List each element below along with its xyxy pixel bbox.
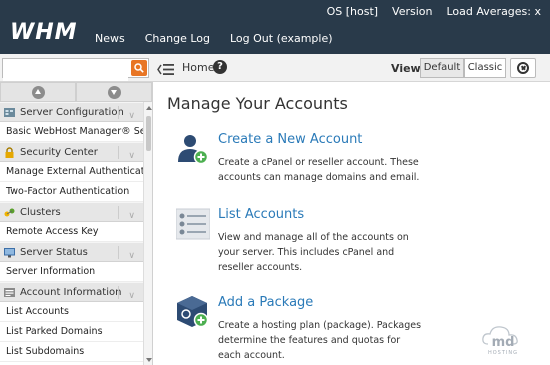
sidebar-list: Server Configuration ∨ Basic WebHost Man… — [0, 102, 152, 362]
list-accounts-link[interactable]: List Accounts — [218, 207, 304, 222]
os-status: OS [host] — [326, 5, 379, 18]
collapse-all-button[interactable] — [0, 82, 76, 102]
sidebar-category-security-center[interactable]: Security Center ∨ — [0, 142, 143, 162]
sidebar-item-list-parked-domains[interactable]: List Parked Domains — [0, 322, 143, 342]
sidebar-item-basic-webhost-manager-setup[interactable]: Basic WebHost Manager® Setup — [0, 122, 152, 142]
sidebar-scrollbar[interactable] — [143, 102, 152, 365]
sidebar-item-manage-external-authentications[interactable]: Manage External Authentications — [0, 162, 152, 182]
server-config-icon — [4, 108, 15, 117]
list-accounts-description: View and manage all of the accounts on y… — [218, 232, 409, 273]
sidebar-category-server-configuration[interactable]: Server Configuration ∨ — [0, 102, 143, 122]
scroll-down-arrow[interactable] — [146, 358, 152, 362]
search-input[interactable] — [3, 62, 128, 81]
close-button[interactable] — [510, 58, 536, 78]
search-icon — [134, 63, 144, 73]
sidebar: Server Configuration ∨ Basic WebHost Man… — [0, 82, 153, 365]
whm-logo[interactable]: WHM — [10, 20, 78, 45]
sidebar-category-account-information[interactable]: Account Information ∨ — [0, 282, 143, 302]
expand-all-button[interactable] — [76, 82, 152, 102]
search-box — [2, 58, 149, 81]
md-hosting-watermark: md HOSTING — [482, 326, 518, 356]
sidebar-item-remote-access-key[interactable]: Remote Access Key — [0, 222, 143, 242]
sidebar-item-list-accounts[interactable]: List Accounts — [0, 302, 143, 322]
view-classic-button[interactable]: Classic — [464, 58, 506, 78]
nav-news-link[interactable]: News — [95, 32, 125, 45]
chevron-down-icon: ∨ — [128, 291, 135, 301]
monitor-icon — [4, 248, 15, 258]
server-status-bar: OS [host] Version Load Averages: x — [327, 5, 541, 18]
cluster-icon — [4, 208, 15, 217]
sidebar-item-list-subdomains[interactable]: List Subdomains — [0, 342, 143, 362]
chevron-down-icon: ∨ — [128, 211, 135, 221]
toolbar: Home ? View: Default Classic — [0, 54, 550, 82]
add-package-icon[interactable] — [176, 295, 210, 329]
sidebar-item-two-factor-authentication[interactable]: Two-Factor Authentication — [0, 182, 143, 202]
sidebar-category-clusters[interactable]: Clusters ∨ — [0, 202, 143, 222]
chevron-down-icon: ∨ — [128, 151, 135, 161]
create-new-account-link[interactable]: Create a New Account — [218, 132, 362, 147]
create-new-account-description: Create a cPanel or reseller account. The… — [218, 157, 420, 183]
list-accounts-icon[interactable] — [176, 207, 210, 241]
top-header: WHM News Change Log Log Out (example) OS… — [0, 0, 550, 54]
chevron-down-icon: ∨ — [128, 251, 135, 261]
account-info-icon — [4, 288, 15, 297]
chevron-down-icon — [108, 86, 121, 99]
version-status: Version — [392, 5, 433, 18]
search-button[interactable] — [131, 60, 147, 76]
close-icon — [517, 62, 529, 74]
chevron-up-icon — [32, 86, 45, 99]
chevron-down-icon: ∨ — [128, 111, 135, 121]
collapse-menu-icon — [157, 64, 174, 75]
add-package-link[interactable]: Add a Package — [218, 295, 313, 310]
header-nav: News Change Log Log Out (example) — [95, 32, 333, 45]
nav-change-log-link[interactable]: Change Log — [145, 32, 210, 45]
breadcrumb-home[interactable]: Home — [182, 61, 214, 74]
svg-text:HOSTING: HOSTING — [488, 350, 518, 356]
add-package-description: Create a hosting plan (package). Package… — [218, 320, 422, 361]
load-averages-status: Load Averages: x — [446, 5, 542, 18]
sidebar-item-server-information[interactable]: Server Information — [0, 262, 143, 282]
create-account-icon[interactable] — [176, 132, 210, 166]
scroll-thumb[interactable] — [146, 116, 151, 151]
sidebar-category-server-status[interactable]: Server Status ∨ — [0, 242, 143, 262]
lock-icon — [5, 147, 14, 158]
view-default-button[interactable]: Default — [420, 58, 464, 78]
sidebar-collapse-row — [0, 82, 152, 102]
menu-toggle-button[interactable] — [157, 61, 175, 80]
page-title: Manage Your Accounts — [167, 94, 348, 113]
scroll-up-arrow[interactable] — [146, 106, 152, 110]
help-icon[interactable]: ? — [213, 60, 227, 74]
svg-text:md: md — [492, 335, 515, 350]
nav-logout-link[interactable]: Log Out (example) — [230, 32, 333, 45]
